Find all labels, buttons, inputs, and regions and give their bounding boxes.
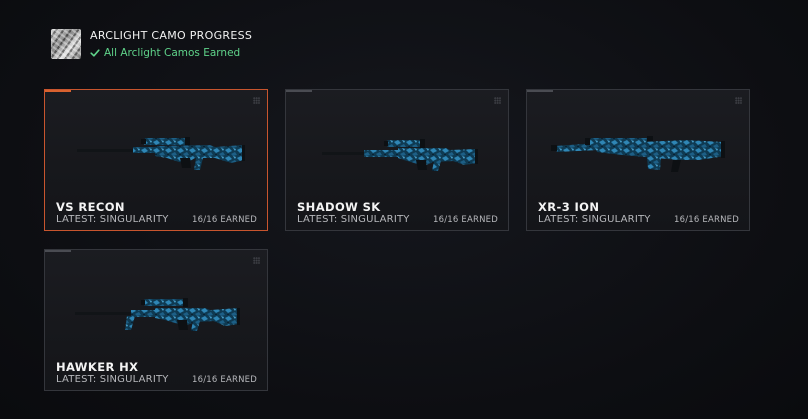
card-accent-bar (527, 90, 553, 92)
sniper-rifle-icon (551, 136, 725, 172)
completion-status-label: All Arclight Camos Earned (104, 46, 241, 59)
latest-camo: LATEST: SINGULARITY (297, 214, 410, 225)
weapon-card-hawker-hx[interactable]: HAWKER HX LATEST: SINGULARITY 16/16 EARN… (44, 249, 268, 391)
checkmark-icon (90, 48, 100, 57)
weapon-card-vs-recon[interactable]: VS RECON LATEST: SINGULARITY 16/16 EARNE… (44, 89, 268, 231)
weapon-card-xr3-ion[interactable]: XR-3 ION LATEST: SINGULARITY 16/16 EARNE… (526, 89, 750, 231)
card-corner-grid-icon (494, 97, 501, 104)
completion-status: All Arclight Camos Earned (90, 46, 252, 60)
page-title: ARCLIGHT CAMO PROGRESS (90, 28, 253, 42)
earned-count: 16/16 EARNED (192, 375, 257, 385)
earned-count: 16/16 EARNED (192, 215, 257, 225)
header-text: ARCLIGHT CAMO PROGRESS All Arclight Camo… (90, 29, 252, 60)
card-accent-bar (45, 90, 71, 92)
card-corner-grid-icon (735, 97, 742, 104)
latest-camo: LATEST: SINGULARITY (56, 214, 169, 225)
camo-progress-header: ARCLIGHT CAMO PROGRESS All Arclight Camo… (51, 27, 252, 61)
weapon-name: HAWKER HX (56, 360, 139, 374)
earned-count: 16/16 EARNED (433, 215, 498, 225)
card-accent-bar (286, 90, 312, 92)
weapon-name: XR-3 ION (538, 200, 600, 214)
latest-camo: LATEST: SINGULARITY (538, 214, 651, 225)
sniper-rifle-icon (75, 298, 240, 331)
earned-count: 16/16 EARNED (674, 215, 739, 225)
card-corner-grid-icon (253, 257, 260, 264)
sniper-rifle-icon (322, 139, 478, 171)
latest-camo: LATEST: SINGULARITY (56, 374, 169, 385)
sniper-rifle-icon (77, 137, 245, 170)
camo-swatch-icon (51, 29, 81, 59)
card-accent-bar (45, 250, 71, 252)
weapon-name: VS RECON (56, 200, 125, 214)
card-corner-grid-icon (253, 97, 260, 104)
weapon-name: SHADOW SK (297, 200, 381, 214)
weapon-card-shadow-sk[interactable]: SHADOW SK LATEST: SINGULARITY 16/16 EARN… (285, 89, 509, 231)
